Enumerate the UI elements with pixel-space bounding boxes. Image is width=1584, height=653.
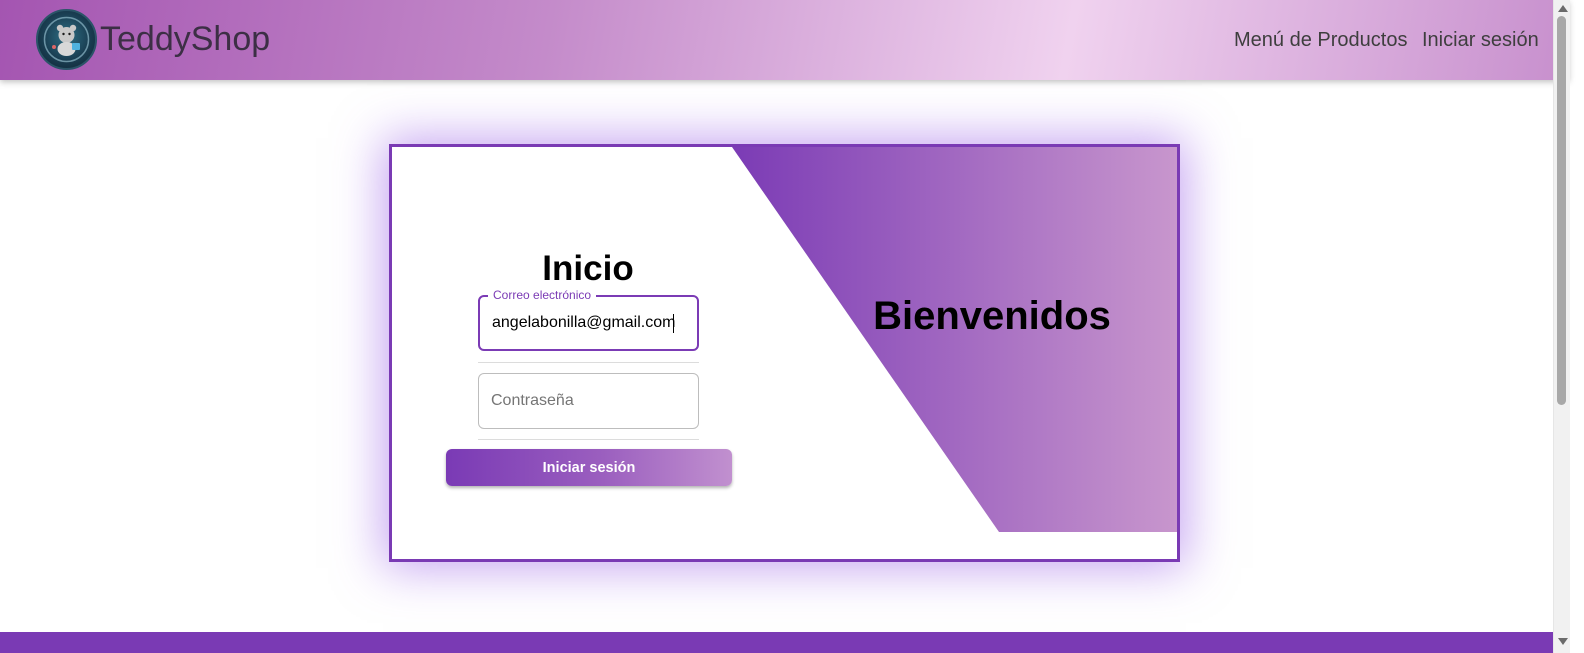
welcome-title: Bienvenidos [873, 294, 1111, 339]
text-caret [673, 314, 674, 333]
login-card: Bienvenidos Inicio Correo electrónico In… [389, 144, 1180, 562]
welcome-panel-background [732, 147, 1177, 532]
scroll-down-arrow-icon[interactable] [1558, 638, 1568, 645]
nav-link-login[interactable]: Iniciar sesión [1422, 28, 1539, 52]
scroll-up-arrow-icon[interactable] [1558, 5, 1568, 12]
page-scrollbar[interactable] [1553, 0, 1570, 653]
footer-bar [0, 632, 1553, 653]
password-input[interactable] [491, 374, 686, 428]
login-title: Inicio [542, 249, 634, 289]
email-field[interactable]: Correo electrónico [478, 288, 699, 351]
top-navbar: TeddyShop Menú de Productos Iniciar sesi… [0, 0, 1569, 80]
nav-link-products[interactable]: Menú de Productos [1234, 28, 1407, 52]
email-underline [478, 362, 699, 363]
login-submit-button[interactable]: Iniciar sesión [446, 449, 732, 486]
teddyshop-logo[interactable] [36, 9, 97, 70]
password-field[interactable] [478, 373, 699, 429]
teddy-bear-icon [43, 16, 90, 63]
email-input[interactable] [492, 297, 687, 349]
scroll-thumb[interactable] [1557, 16, 1566, 405]
brand-name[interactable]: TeddyShop [100, 18, 270, 60]
password-underline [478, 439, 699, 440]
